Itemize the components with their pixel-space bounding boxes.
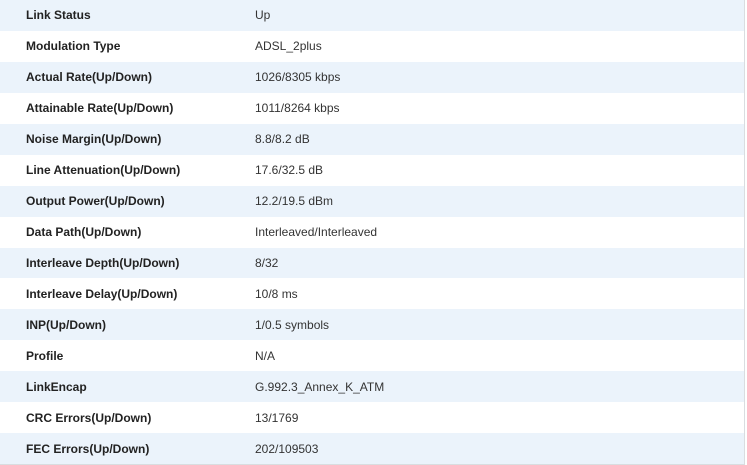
row-value: 8.8/8.2 dB xyxy=(255,132,310,147)
row-label: Interleave Delay(Up/Down) xyxy=(26,286,178,301)
row-label: Profile xyxy=(26,348,64,363)
row-label: Link Status xyxy=(26,8,91,23)
table-row-crc-errors: CRC Errors(Up/Down) 13/1769 xyxy=(0,402,744,434)
row-label: Output Power(Up/Down) xyxy=(26,194,165,209)
row-value: 10/8 ms xyxy=(255,286,298,301)
row-value: 8/32 xyxy=(255,255,279,270)
row-value: N/A xyxy=(255,348,276,363)
row-label: Line Attenuation(Up/Down) xyxy=(26,163,181,178)
table-row-fec-errors: FEC Errors(Up/Down) 202/109503 xyxy=(0,433,744,465)
row-label: Noise Margin(Up/Down) xyxy=(26,132,162,147)
table-row-actual-rate: Actual Rate(Up/Down) 1026/8305 kbps xyxy=(0,61,744,93)
row-value: Interleaved/Interleaved xyxy=(255,225,378,240)
row-value: 13/1769 xyxy=(255,410,299,425)
row-value: 1011/8264 kbps xyxy=(255,101,340,116)
table-row-noise-margin: Noise Margin(Up/Down) 8.8/8.2 dB xyxy=(0,123,744,155)
table-row-link-encap: LinkEncap G.992.3_Annex_K_ATM xyxy=(0,371,744,403)
row-value: ADSL_2plus xyxy=(255,39,322,54)
table-row-attainable-rate: Attainable Rate(Up/Down) 1011/8264 kbps xyxy=(0,92,744,124)
row-label: FEC Errors(Up/Down) xyxy=(26,441,150,456)
row-label: Attainable Rate(Up/Down) xyxy=(26,101,174,116)
table-row-interleave-depth: Interleave Depth(Up/Down) 8/32 xyxy=(0,247,744,279)
row-value: 202/109503 xyxy=(255,441,319,456)
table-row-link-status: Link Status Up xyxy=(0,0,744,31)
row-value: G.992.3_Annex_K_ATM xyxy=(255,379,385,394)
row-label: Data Path(Up/Down) xyxy=(26,225,142,240)
table-row-inp: INP(Up/Down) 1/0.5 symbols xyxy=(0,309,744,341)
table-row-profile: Profile N/A xyxy=(0,340,744,372)
row-value: 1026/8305 kbps xyxy=(255,70,341,85)
row-label: Interleave Depth(Up/Down) xyxy=(26,255,180,270)
row-label: INP(Up/Down) xyxy=(26,317,106,332)
dsl-status-table: Link Status Up Modulation Type ADSL_2plu… xyxy=(0,0,745,465)
row-label: Modulation Type xyxy=(26,39,121,54)
row-label: LinkEncap xyxy=(26,379,87,394)
table-row-interleave-delay: Interleave Delay(Up/Down) 10/8 ms xyxy=(0,278,744,310)
row-label: Actual Rate(Up/Down) xyxy=(26,70,152,85)
table-row-data-path: Data Path(Up/Down) Interleaved/Interleav… xyxy=(0,216,744,248)
row-value: Up xyxy=(255,8,271,23)
table-row-modulation-type: Modulation Type ADSL_2plus xyxy=(0,30,744,62)
row-value: 12.2/19.5 dBm xyxy=(255,194,334,209)
row-value: 17.6/32.5 dB xyxy=(255,163,324,178)
row-value: 1/0.5 symbols xyxy=(255,317,330,332)
table-row-line-attenuation: Line Attenuation(Up/Down) 17.6/32.5 dB xyxy=(0,154,744,186)
table-row-output-power: Output Power(Up/Down) 12.2/19.5 dBm xyxy=(0,185,744,217)
row-label: CRC Errors(Up/Down) xyxy=(26,410,152,425)
